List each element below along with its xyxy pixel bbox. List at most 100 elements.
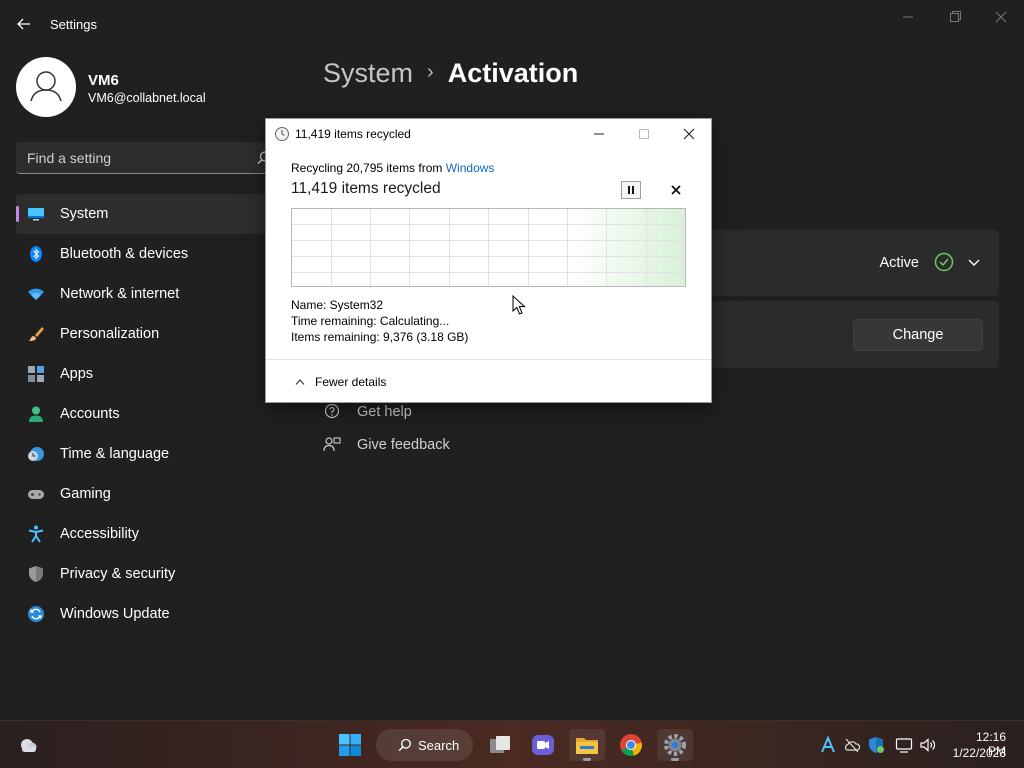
font-icon[interactable] — [819, 736, 837, 754]
fewer-details-label: Fewer details — [315, 375, 387, 389]
defender-icon[interactable] — [867, 736, 885, 754]
sidebar-item-label: Network & internet — [60, 286, 180, 302]
progress-heading: 11,419 items recycled — [291, 180, 441, 197]
selection-indicator — [16, 206, 19, 222]
file-explorer-button[interactable] — [569, 729, 605, 761]
chrome-icon — [620, 734, 642, 757]
close-icon — [683, 128, 695, 140]
sidebar-item-label: Personalization — [60, 326, 160, 342]
sidebar-item-label: Time & language — [60, 446, 170, 462]
graph-gridline — [292, 240, 685, 241]
display-icon[interactable] — [895, 736, 913, 754]
update-icon — [28, 606, 44, 622]
sidebar-item-label: Windows Update — [60, 606, 170, 622]
sidebar-item-gaming[interactable]: Gaming — [16, 474, 278, 514]
start-icon — [339, 734, 361, 756]
file-explorer-icon — [576, 738, 598, 754]
graph-gridline — [292, 224, 685, 225]
settings-taskbar-button[interactable] — [657, 729, 693, 761]
page-title: Activation — [447, 58, 579, 88]
title-bar: Settings — [0, 0, 1024, 48]
graph-gridline — [292, 272, 685, 273]
sidebar-item-apps[interactable]: Apps — [16, 354, 278, 394]
taskbar-clock-date[interactable]: 1/22/2023 — [948, 746, 1006, 760]
close-icon — [995, 11, 1007, 23]
graph-gridline — [449, 209, 450, 286]
chevron-down-icon — [968, 259, 980, 266]
close-button[interactable] — [986, 8, 1016, 26]
cancel-icon — [671, 185, 681, 195]
settings-icon — [664, 734, 686, 756]
sidebar-item-label: Accounts — [60, 406, 120, 422]
graph-gridline — [409, 209, 410, 286]
find-setting-input[interactable]: Find a setting — [16, 142, 278, 174]
dialog-maximize-button[interactable] — [634, 124, 654, 144]
breadcrumb-separator: › — [427, 61, 434, 83]
sidebar-item-system[interactable]: System — [16, 194, 278, 234]
person-icon — [30, 71, 62, 102]
recycle-source-text: Recycling 20,795 items from Windows — [291, 161, 494, 175]
bluetooth-icon — [30, 246, 42, 262]
back-arrow-icon — [17, 18, 30, 30]
monitor-icon — [28, 208, 44, 221]
avatar[interactable] — [16, 57, 76, 117]
mouse-cursor-icon — [512, 295, 526, 315]
gamepad-icon — [28, 490, 44, 499]
sidebar-item-privacy[interactable]: Privacy & security — [16, 554, 278, 594]
chrome-button[interactable] — [613, 729, 649, 761]
dialog-minimize-button[interactable] — [589, 124, 609, 144]
weather-widget[interactable] — [10, 729, 46, 761]
pause-icon — [628, 186, 634, 194]
chevron-up-icon — [295, 379, 305, 385]
cancel-operation-button[interactable] — [668, 182, 684, 198]
help-icon — [324, 403, 340, 419]
change-product-key-button[interactable]: Change — [853, 319, 983, 351]
sidebar-item-accessibility[interactable]: Accessibility — [16, 514, 278, 554]
sidebar-item-label: Bluetooth & devices — [60, 246, 189, 262]
pause-button[interactable] — [621, 181, 641, 199]
sidebar-item-windows-update[interactable]: Windows Update — [16, 594, 278, 634]
volume-icon[interactable] — [919, 736, 937, 754]
graph-gridline — [567, 209, 568, 286]
graph-gridline — [331, 209, 332, 286]
clock-globe-icon — [28, 447, 44, 461]
sidebar-item-label: Accessibility — [60, 526, 139, 542]
source-location-link[interactable]: Windows — [446, 161, 495, 175]
sidebar-item-label: Privacy & security — [60, 566, 176, 582]
current-item-name: Name: System32 — [291, 298, 384, 312]
graph-gridline — [370, 209, 371, 286]
graph-gridline — [646, 209, 647, 286]
sidebar-nav: System Bluetooth & devices Network & int… — [16, 194, 278, 634]
profile-email: VM6@collabnet.local — [88, 91, 206, 105]
task-view-button[interactable] — [482, 729, 518, 761]
feedback-icon — [323, 437, 341, 452]
brush-icon — [29, 327, 44, 341]
minimize-icon — [903, 16, 913, 18]
minimize-icon — [594, 133, 604, 135]
teams-chat-button[interactable] — [525, 729, 561, 761]
activation-status: Active — [879, 255, 920, 271]
dialog-close-button[interactable] — [679, 124, 699, 144]
recycle-progress-dialog: 11,419 items recycled Recycling 20,795 i… — [265, 118, 712, 403]
speed-graph — [291, 208, 686, 287]
restore-button[interactable] — [940, 8, 970, 26]
app-title: Settings — [50, 17, 97, 32]
cloud-icon — [21, 739, 37, 752]
chat-icon — [532, 735, 554, 755]
cloud-off-icon[interactable] — [843, 736, 861, 754]
search-placeholder: Find a setting — [27, 150, 112, 166]
sidebar-item-accounts[interactable]: Accounts — [16, 394, 278, 434]
start-button[interactable] — [332, 729, 368, 761]
minimize-button[interactable] — [893, 8, 923, 26]
profile-name: VM6 — [88, 72, 119, 89]
sidebar-item-bluetooth[interactable]: Bluetooth & devices — [16, 234, 278, 274]
breadcrumb: System › Activation — [323, 58, 578, 89]
taskbar-search-button[interactable]: Search — [376, 729, 473, 761]
sidebar-item-personalization[interactable]: Personalization — [16, 314, 278, 354]
sidebar-item-label: System — [60, 206, 109, 222]
breadcrumb-parent[interactable]: System — [323, 58, 413, 88]
sidebar-item-time-language[interactable]: Time & language — [16, 434, 278, 474]
back-button[interactable] — [14, 14, 34, 34]
items-remaining: Items remaining: 9,376 (3.18 GB) — [291, 330, 469, 344]
sidebar-item-network[interactable]: Network & internet — [16, 274, 278, 314]
